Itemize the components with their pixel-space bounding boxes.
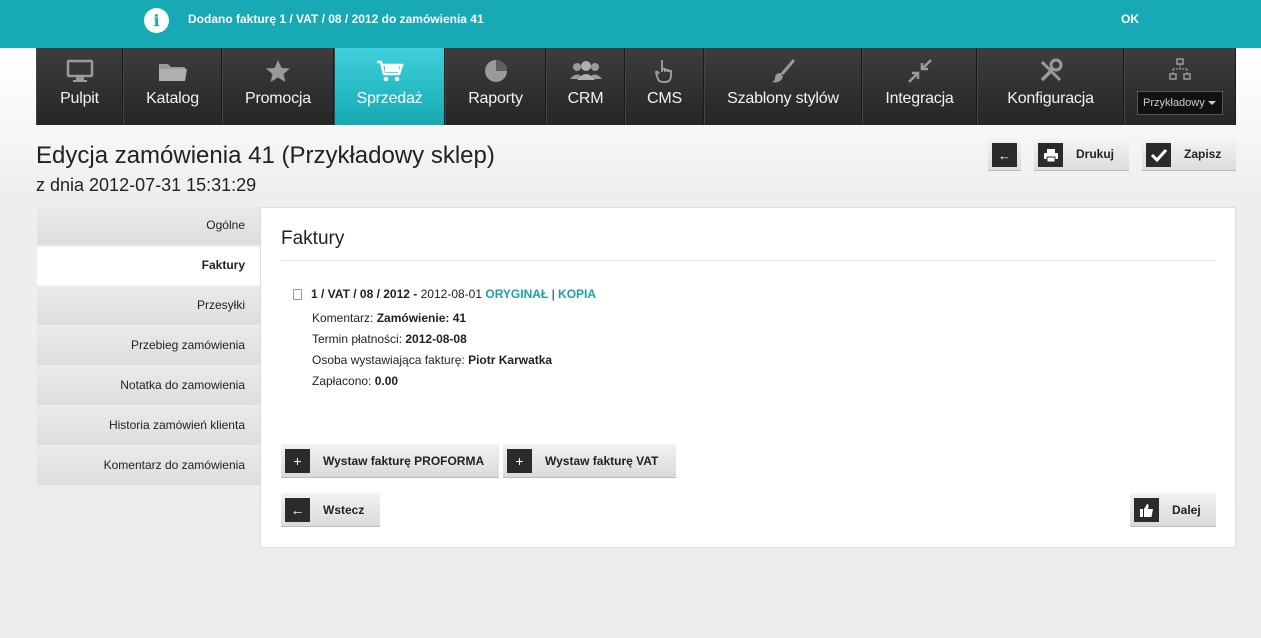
notification-bar: i Dodano fakturę 1 / VAT / 08 / 2012 do … <box>0 0 1261 48</box>
print-button[interactable]: Drukuj <box>1034 139 1129 171</box>
invoice-separator: - <box>409 287 421 301</box>
issue-proforma-button[interactable]: + Wystaw fakturę PROFORMA <box>281 444 499 478</box>
folder-icon <box>124 58 221 84</box>
save-button[interactable]: Zapisz <box>1142 139 1236 171</box>
page-subtitle: z dnia 2012-07-31 15:31:29 <box>36 175 257 195</box>
back-arrow-button[interactable]: ← <box>988 139 1021 171</box>
back-button[interactable]: ← Wstecz <box>281 493 380 527</box>
due-label: Termin płatności: <box>312 332 406 346</box>
nav-item-sprzedaz[interactable]: Sprzedaż <box>334 48 445 125</box>
nav-label: Konfiguracja <box>1007 90 1094 107</box>
notification-text: Dodano fakturę 1 / VAT / 08 / 2012 do za… <box>188 12 484 26</box>
invoice-copy-link[interactable]: KOPIA <box>558 287 596 301</box>
monitor-icon <box>37 58 122 84</box>
nav-label: Integracja <box>885 90 954 107</box>
invoice-paid: Zapłacono: 0.00 <box>312 374 398 388</box>
sidebar-item-ogolne[interactable]: Ogólne <box>37 207 260 245</box>
nav-item-konfiguracja[interactable]: Konfiguracja <box>977 48 1124 125</box>
nav-label: Pulpit <box>60 90 99 107</box>
nav-label: CMS <box>647 90 682 107</box>
invoice-date: 2012-08-01 <box>420 287 483 301</box>
star-icon <box>223 58 333 84</box>
nav-item-katalog[interactable]: Katalog <box>123 48 222 125</box>
nav-label: Szablony stylów <box>727 90 839 107</box>
sidebar: Ogólne Faktury Przesyłki Przebieg zamówi… <box>37 207 260 487</box>
nav-item-promocja[interactable]: Promocja <box>222 48 334 125</box>
hand-pointer-icon <box>626 58 703 84</box>
store-select-value: Przykładowy <box>1143 97 1205 109</box>
nav-label: Katalog <box>146 90 199 107</box>
invoice-line: 1 / VAT / 08 / 2012 - 2012-08-01 ORYGINA… <box>311 287 596 301</box>
nav-item-pulpit[interactable]: Pulpit <box>36 48 123 125</box>
store-switcher: Przykładowy <box>1124 48 1236 125</box>
divider <box>281 260 1216 261</box>
invoice-number: 1 / VAT / 08 / 2012 <box>311 287 410 301</box>
plus-icon: + <box>507 449 532 473</box>
cart-icon <box>335 58 444 84</box>
page-title: Edycja zamówienia 41 (Przykładowy sklep) <box>36 142 495 169</box>
nav-label: Raporty <box>468 90 523 107</box>
nav-item-szablony[interactable]: Szablony stylów <box>704 48 862 125</box>
tools-icon <box>978 58 1123 84</box>
nav-item-raporty[interactable]: Raporty <box>445 48 546 125</box>
issue-vat-button[interactable]: + Wystaw fakturę VAT <box>503 444 676 478</box>
sidebar-item-komentarz[interactable]: Komentarz do zamówienia <box>37 447 260 485</box>
issuer-value: Piotr Karwatka <box>468 353 553 367</box>
issue-vat-label: Wystaw fakturę VAT <box>545 454 659 468</box>
pie-chart-icon <box>446 58 545 84</box>
sidebar-item-faktury[interactable]: Faktury <box>37 247 260 285</box>
store-select[interactable]: Przykładowy <box>1137 91 1223 115</box>
next-button[interactable]: Dalej <box>1130 493 1216 527</box>
checkmark-icon <box>1146 143 1171 167</box>
invoice-issuer: Osoba wystawiająca fakturę: Piotr Karwat… <box>312 353 552 367</box>
save-label: Zapisz <box>1184 147 1222 161</box>
invoice-comment: Komentarz: Zamówienie: 41 <box>312 311 466 325</box>
paid-label: Zapłacono: <box>312 374 375 388</box>
users-icon <box>547 58 624 84</box>
notification-ok-button[interactable]: OK <box>1121 12 1139 26</box>
chevron-down-icon <box>1208 101 1216 105</box>
comment-label: Komentarz: <box>312 311 377 325</box>
nav-item-cms[interactable]: CMS <box>625 48 704 125</box>
thumbs-up-icon <box>1134 498 1159 522</box>
back-label: Wstecz <box>323 503 365 517</box>
invoice-due-date: Termin płatności: 2012-08-08 <box>312 332 467 346</box>
document-icon <box>293 289 302 300</box>
issuer-label: Osoba wystawiająca fakturę: <box>312 353 469 367</box>
nav-label: Sprzedaż <box>356 90 423 107</box>
issue-proforma-label: Wystaw fakturę PROFORMA <box>323 454 485 468</box>
panel-heading: Faktury <box>281 228 345 249</box>
arrow-left-icon: ← <box>992 143 1017 167</box>
sidebar-item-przebieg[interactable]: Przebieg zamówienia <box>37 327 260 365</box>
plus-icon: + <box>285 449 310 473</box>
nav-label: Promocja <box>245 90 311 107</box>
nav-label: CRM <box>567 90 604 107</box>
printer-icon <box>1038 143 1063 167</box>
paid-value: 0.00 <box>374 374 399 388</box>
arrow-left-icon: ← <box>285 498 310 522</box>
sidebar-item-notatka[interactable]: Notatka do zamowienia <box>37 367 260 405</box>
nav-item-integracja[interactable]: Integracja <box>862 48 977 125</box>
sitemap-icon <box>1125 58 1235 84</box>
invoices-panel: Faktury 1 / VAT / 08 / 2012 - 2012-08-01… <box>260 207 1236 548</box>
comment-value: Zamówienie: 41 <box>376 311 467 325</box>
invoice-original-link[interactable]: ORYGINAŁ <box>485 287 548 301</box>
info-icon: i <box>144 8 169 33</box>
next-label: Dalej <box>1172 503 1201 517</box>
arrows-in-icon <box>863 58 976 84</box>
brush-icon <box>705 58 861 84</box>
nav-item-crm[interactable]: CRM <box>546 48 625 125</box>
sidebar-item-przesylki[interactable]: Przesyłki <box>37 287 260 325</box>
invoice-pipe: | <box>548 287 559 301</box>
sidebar-item-historia[interactable]: Historia zamówień klienta <box>37 407 260 445</box>
print-label: Drukuj <box>1076 147 1115 161</box>
main-nav: Pulpit Katalog Promocja Sprzedaż Raporty… <box>36 48 1236 125</box>
due-value: 2012-08-08 <box>405 332 467 346</box>
